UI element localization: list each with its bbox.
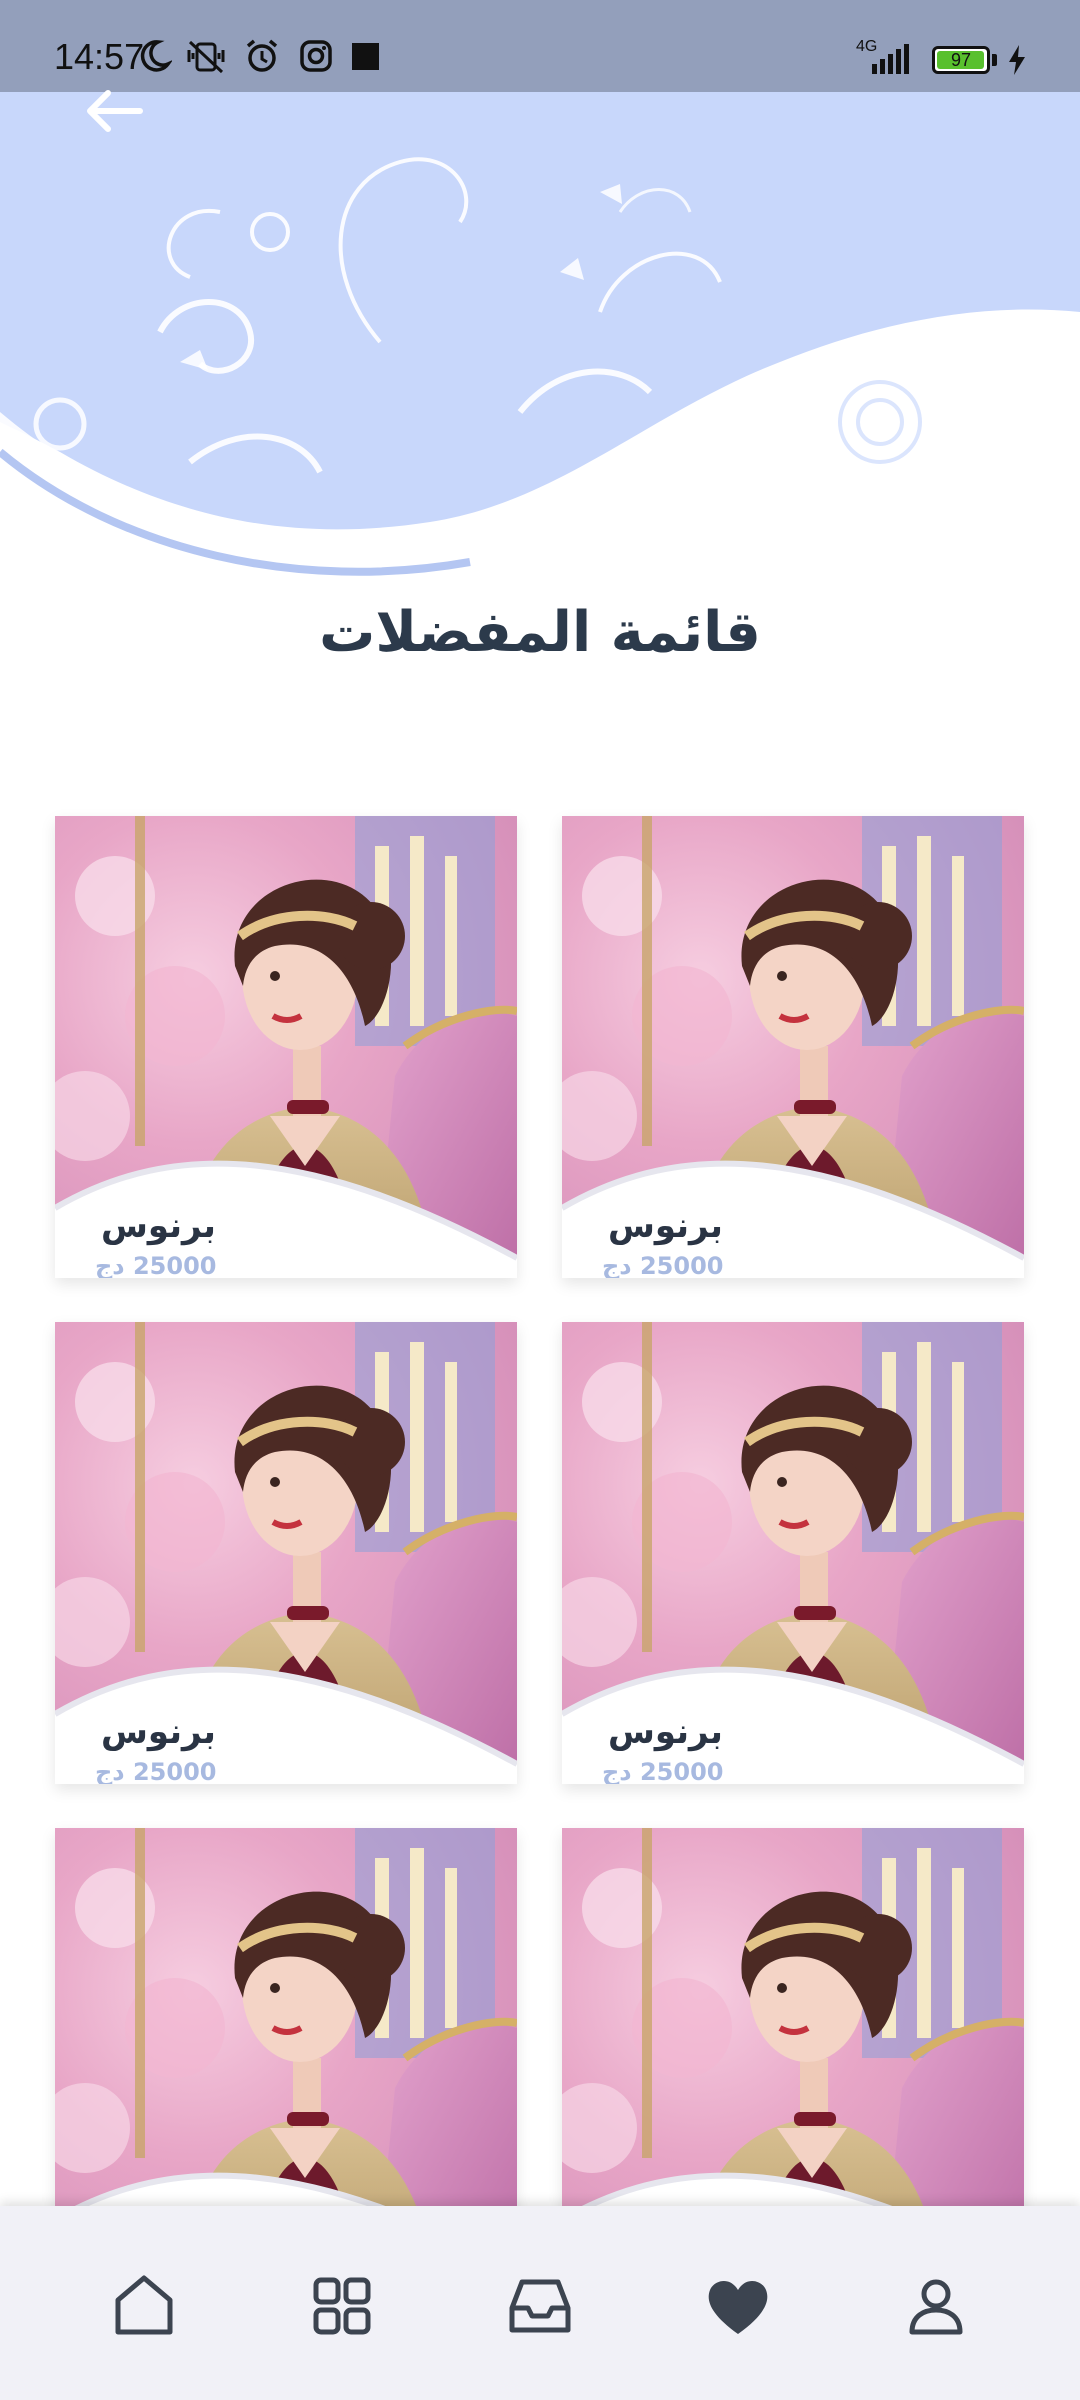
- bottom-navigation: [0, 2206, 1080, 2400]
- product-price: 25000 دج: [95, 1252, 217, 1278]
- inbox-icon[interactable]: [502, 2268, 578, 2344]
- favorite-card[interactable]: برنوس 25000 دج: [55, 1322, 517, 1784]
- product-price: 25000 دج: [602, 1252, 724, 1278]
- heart-icon[interactable]: [700, 2268, 776, 2344]
- favorite-card[interactable]: برنوس 25000 دج: [562, 1322, 1024, 1784]
- grid-icon[interactable]: [304, 2268, 380, 2344]
- product-title: برنوس: [608, 1206, 723, 1246]
- home-icon[interactable]: [106, 2268, 182, 2344]
- product-title: برنوس: [608, 1712, 723, 1752]
- product-title: برنوس: [101, 1206, 216, 1246]
- favorite-card[interactable]: برنوس 25000 دج: [55, 816, 517, 1278]
- favorite-card[interactable]: برنوس 25000 دج: [562, 816, 1024, 1278]
- product-title: برنوس: [101, 1712, 216, 1752]
- profile-icon[interactable]: [898, 2268, 974, 2344]
- product-price: 25000 دج: [95, 1758, 217, 1784]
- favorites-grid: برنوس 25000 دج برنوس 25000 دج برنوس 2500…: [0, 0, 1080, 2400]
- product-price: 25000 دج: [602, 1758, 724, 1784]
